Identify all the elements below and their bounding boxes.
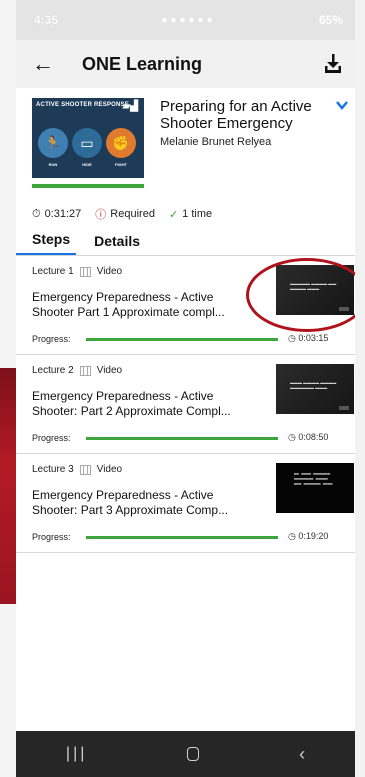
thumbnail-label-run: RUN [48,162,58,167]
lecture-number: Lecture 2 [32,365,74,376]
back-arrow-icon[interactable]: ← [32,51,64,77]
lecture-item[interactable]: Lecture 3 Video Emergency Preparedness -… [16,454,355,553]
course-author: Melanie Brunet Relyea [160,136,272,148]
status-time: 4:35 [34,13,59,27]
thumbnail-watermark [339,406,349,410]
tab-bar: Steps Details [16,226,355,256]
lecture-header: Lecture 3 Video [32,464,122,475]
lecture-title: Emergency Preparedness - Active Shooter:… [32,389,282,419]
back-nav-icon[interactable]: ‹ [299,744,305,765]
lecture-number: Lecture 3 [32,464,74,475]
lecture-thumbnail[interactable]: ▬▬▬ ▬▬▬▬ ▬▬▬▬ ▬▬▬▬▬▬ ▬▬▬ [276,364,354,414]
lecture-title-line2: Shooter Part 1 Approximate compl... [32,305,225,319]
chevron-down-icon[interactable] [335,98,349,112]
status-bar: 4:35 ●●●●●● 65% [16,0,355,40]
video-icon [79,464,91,475]
lecture-title: Emergency Preparedness - Active Shooter … [32,290,282,320]
check-circle-icon: ✓ [168,208,179,221]
thumbnail-label-fight: FIGHT [115,162,127,167]
progress-track [86,338,278,341]
completion-count: 1 time [182,208,213,220]
lecture-title-line1: Emergency Preparedness - Active [32,488,214,502]
lecture-number: Lecture 1 [32,266,74,277]
lecture-duration: ◷ 0:03:15 [288,333,328,344]
run-icon: 🏃 [38,128,68,158]
progress-label: Progress: [32,433,71,443]
course-header: ACTIVE SHOOTER RESPONSE ▰▟ 🏃 ▭ ✊ RUN HID… [16,88,355,202]
system-nav-bar: ||| ‹ [16,731,355,777]
course-progress-bar [32,184,144,188]
tab-details[interactable]: Details [94,233,140,255]
progress-fill [86,338,278,341]
progress-fill [86,536,278,539]
lecture-type: Video [96,266,123,277]
notification-icons: ●●●●●● [161,14,216,26]
recents-icon[interactable]: ||| [66,745,87,763]
progress-track [86,536,278,539]
app-bar: ← ONE Learning [16,40,355,88]
progress-label: Progress: [32,334,71,344]
progress-label: Progress: [32,532,71,542]
battery-level: 65% [318,13,343,27]
required-icon: ⓘ [95,209,107,221]
background-red-panel [0,368,16,604]
fight-icon: ✊ [106,128,136,158]
clock-icon: ◷ [288,333,296,343]
background-right [355,0,365,777]
lecture-title: Emergency Preparedness - Active Shooter:… [32,488,282,518]
thumbnail-text-decoration: ▬▬▬ ▬▬▬▬ ▬▬▬▬ ▬▬▬▬▬▬ ▬▬▬ [290,380,337,390]
lecture-duration-value: 0:08:50 [298,432,329,442]
thumbnail-logo: ▰▟ [122,101,138,112]
clock-icon: ◷ [288,531,296,541]
lecture-header: Lecture 2 Video [32,365,122,376]
lecture-type: Video [96,464,123,475]
video-icon [79,365,91,376]
course-duration: 0:31:27 [44,208,82,220]
tab-steps[interactable]: Steps [16,231,77,255]
lecture-header: Lecture 1 Video [32,266,122,277]
course-meta: ⏱ 0:31:27 ⓘ Required ✓ 1 time [16,202,355,226]
progress-track [86,437,278,440]
lecture-title-line2: Shooter: Part 3 Approximate Comp... [32,503,229,517]
timer-icon: ⏱ [32,207,41,220]
thumbnail-heading: ACTIVE SHOOTER RESPONSE [36,102,129,108]
app-title: ONE Learning [82,53,203,74]
lecture-type: Video [96,365,123,376]
lecture-duration: ◷ 0:19:20 [288,531,328,542]
required-label: Required [110,208,155,220]
clock-icon: ◷ [288,432,296,442]
lecture-duration-value: 0:03:15 [298,333,329,343]
thumbnail-text-decoration: ▬▬ ▬▬▬▬ ▬▬▬▬▬▬▬ ▬▬▬▬▬▬▬▬ ▬▬▬▬▬ ▬▬▬ ▬▬▬▬▬▬▬… [294,471,333,486]
progress-fill [86,437,278,440]
home-icon[interactable] [187,747,200,761]
thumbnail-label-hide: HIDE [82,162,92,167]
hide-icon: ▭ [72,128,102,158]
download-icon[interactable] [323,53,343,75]
lecture-thumbnail[interactable]: ▬▬ ▬▬▬▬ ▬▬▬▬▬▬▬ ▬▬▬▬▬▬▬▬ ▬▬▬▬▬ ▬▬▬ ▬▬▬▬▬▬▬… [276,463,354,513]
lecture-title-line2: Shooter: Part 2 Approximate Compl... [32,404,231,418]
video-icon [79,266,91,277]
lecture-title-line1: Emergency Preparedness - Active [32,389,214,403]
phone-screen: 4:35 ●●●●●● 65% ← ONE Learning ACTIVE SH… [16,0,355,777]
lecture-title-line1: Emergency Preparedness - Active [32,290,214,304]
lecture-duration: ◷ 0:08:50 [288,432,328,443]
lecture-item[interactable]: Lecture 2 Video Emergency Preparedness -… [16,355,355,454]
course-title: Preparing for an Active Shooter Emergenc… [160,98,312,132]
course-thumbnail: ACTIVE SHOOTER RESPONSE ▰▟ 🏃 ▭ ✊ RUN HID… [32,98,144,178]
lecture-duration-value: 0:19:20 [298,531,329,541]
